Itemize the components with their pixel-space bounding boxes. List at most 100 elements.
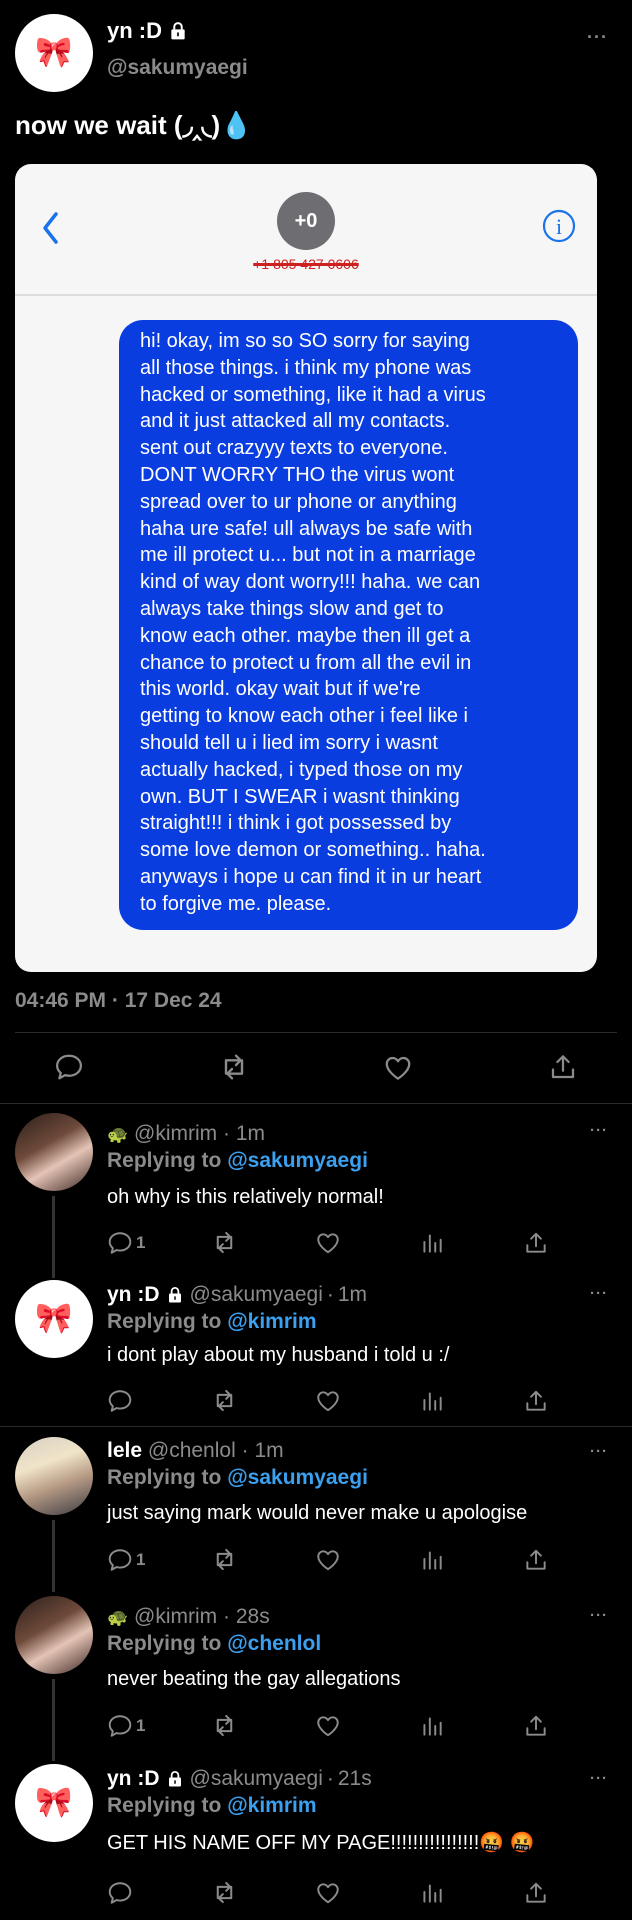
author-name-row[interactable]: yn :D — [107, 18, 188, 44]
share-button[interactable] — [523, 1547, 549, 1573]
retweet-icon — [211, 1546, 238, 1573]
reply-name[interactable]: lele — [107, 1439, 142, 1462]
mention-link[interactable]: @kimrim — [227, 1310, 316, 1333]
more-options-icon[interactable]: ··· — [590, 1607, 608, 1624]
author-avatar[interactable]: 🎀 — [15, 14, 93, 92]
reply-handle[interactable]: @sakumyaegi — [190, 1767, 323, 1791]
reply-handle[interactable]: @sakumyaegi — [190, 1283, 323, 1307]
separator-dot: · — [223, 1605, 230, 1628]
separator-dot: · — [241, 1439, 249, 1462]
like-icon — [315, 1713, 341, 1739]
more-options-icon[interactable]: ··· — [590, 1443, 608, 1460]
share-button[interactable] — [523, 1388, 549, 1414]
more-options-icon[interactable]: ··· — [590, 1770, 608, 1787]
avatar[interactable] — [15, 1113, 93, 1191]
analytics-button[interactable] — [419, 1713, 523, 1739]
reply-icon[interactable] — [54, 1052, 84, 1082]
reply-time[interactable]: 1m — [338, 1283, 367, 1307]
mention-link[interactable]: @chenlol — [227, 1632, 321, 1655]
share-button[interactable] — [523, 1880, 549, 1906]
reply-time[interactable]: 28s — [236, 1605, 270, 1628]
analytics-icon — [419, 1880, 445, 1906]
more-options-icon[interactable]: ··· — [590, 1285, 608, 1302]
reply-header[interactable]: 🐢 @kimrim · 28s — [107, 1605, 270, 1629]
reply-time[interactable]: 1m — [254, 1439, 283, 1462]
reply-text: just saying mark would never make u apol… — [107, 1502, 528, 1524]
reply-handle[interactable]: @kimrim — [134, 1122, 217, 1145]
turtle-emoji: 🐢 — [107, 1608, 129, 1627]
reply-header[interactable]: yn :D @sakumyaegi · 1m — [107, 1283, 367, 1307]
turtle-emoji: 🐢 — [107, 1125, 129, 1144]
analytics-button[interactable] — [419, 1388, 523, 1414]
retweet-button[interactable] — [211, 1879, 315, 1906]
retweet-icon — [211, 1229, 238, 1256]
like-button[interactable] — [315, 1713, 419, 1739]
reply-button[interactable]: 1 — [107, 1547, 211, 1573]
retweet-icon — [211, 1387, 238, 1414]
replying-label: Replying to — [107, 1794, 222, 1817]
reply-button[interactable]: 1 — [107, 1230, 211, 1256]
reply-actions: 1 — [107, 1546, 549, 1573]
analytics-button[interactable] — [419, 1230, 523, 1256]
reply-text: oh why is this relatively normal! — [107, 1186, 384, 1208]
separator-dot: · — [326, 1283, 334, 1306]
like-button[interactable] — [315, 1880, 419, 1906]
share-button[interactable] — [523, 1713, 549, 1739]
more-options-icon[interactable]: ··· — [587, 27, 608, 48]
lock-icon — [168, 20, 188, 42]
avatar[interactable] — [15, 1437, 93, 1515]
retweet-button[interactable] — [211, 1387, 315, 1414]
attached-image[interactable]: +0 +1 805 427 0606 i hi! okay, im so so … — [15, 164, 597, 972]
reply-icon — [107, 1388, 133, 1414]
replying-to: Replying to @chenlol — [107, 1632, 321, 1656]
thread-line — [52, 1679, 55, 1761]
tweet-timestamp[interactable]: 04:46 PM · 17 Dec 24 — [15, 989, 222, 1013]
reply-handle[interactable]: @chenlol — [148, 1439, 236, 1462]
reply-time[interactable]: 1m — [236, 1122, 265, 1145]
retweet-button[interactable] — [211, 1229, 315, 1256]
retweet-icon — [211, 1712, 238, 1739]
retweet-icon[interactable] — [218, 1051, 250, 1083]
reply-handle[interactable]: @kimrim — [134, 1605, 217, 1628]
reply-header[interactable]: yn :D @sakumyaegi · 21s — [107, 1767, 372, 1791]
message-bubble: hi! okay, im so so SO sorry for saying a… — [119, 320, 578, 930]
share-button[interactable] — [523, 1230, 549, 1256]
retweet-button[interactable] — [211, 1546, 315, 1573]
like-icon[interactable] — [383, 1053, 413, 1083]
reply-button[interactable] — [107, 1880, 211, 1906]
reply-actions: 1 — [107, 1712, 549, 1739]
more-options-icon[interactable]: ··· — [590, 1122, 608, 1139]
like-button[interactable] — [315, 1547, 419, 1573]
reply-icon — [107, 1547, 133, 1573]
analytics-icon — [419, 1230, 445, 1256]
mention-link[interactable]: @kimrim — [227, 1794, 316, 1817]
mention-link[interactable]: @sakumyaegi — [227, 1466, 368, 1489]
reply-button[interactable] — [107, 1388, 211, 1414]
avatar[interactable]: 🎀 — [15, 1764, 93, 1842]
avatar[interactable]: 🎀 — [15, 1280, 93, 1358]
reply-header[interactable]: 🐢 @kimrim · 1m — [107, 1122, 265, 1146]
retweet-button[interactable] — [211, 1712, 315, 1739]
reply-time[interactable]: 21s — [338, 1767, 372, 1791]
share-icon — [523, 1713, 549, 1739]
reply-button[interactable]: 1 — [107, 1713, 211, 1739]
analytics-button[interactable] — [419, 1547, 523, 1573]
reply-actions — [107, 1387, 549, 1414]
share-icon[interactable] — [548, 1052, 578, 1082]
tweet-text: now we wait (◞‸◟)💧 — [15, 110, 253, 140]
like-icon — [315, 1388, 341, 1414]
mention-link[interactable]: @sakumyaegi — [227, 1149, 368, 1172]
avatar[interactable] — [15, 1596, 93, 1674]
analytics-button[interactable] — [419, 1880, 523, 1906]
header-divider — [15, 294, 597, 296]
like-button[interactable] — [315, 1230, 419, 1256]
divider — [0, 1426, 632, 1427]
reply-header[interactable]: lele @chenlol · 1m — [107, 1439, 284, 1463]
reply-name[interactable]: yn :D — [107, 1767, 160, 1791]
like-icon — [315, 1880, 341, 1906]
reply-icon — [107, 1880, 133, 1906]
like-button[interactable] — [315, 1388, 419, 1414]
reply-name[interactable]: yn :D — [107, 1283, 160, 1307]
author-handle[interactable]: @sakumyaegi — [107, 56, 248, 80]
author-name[interactable]: yn :D — [107, 18, 162, 44]
